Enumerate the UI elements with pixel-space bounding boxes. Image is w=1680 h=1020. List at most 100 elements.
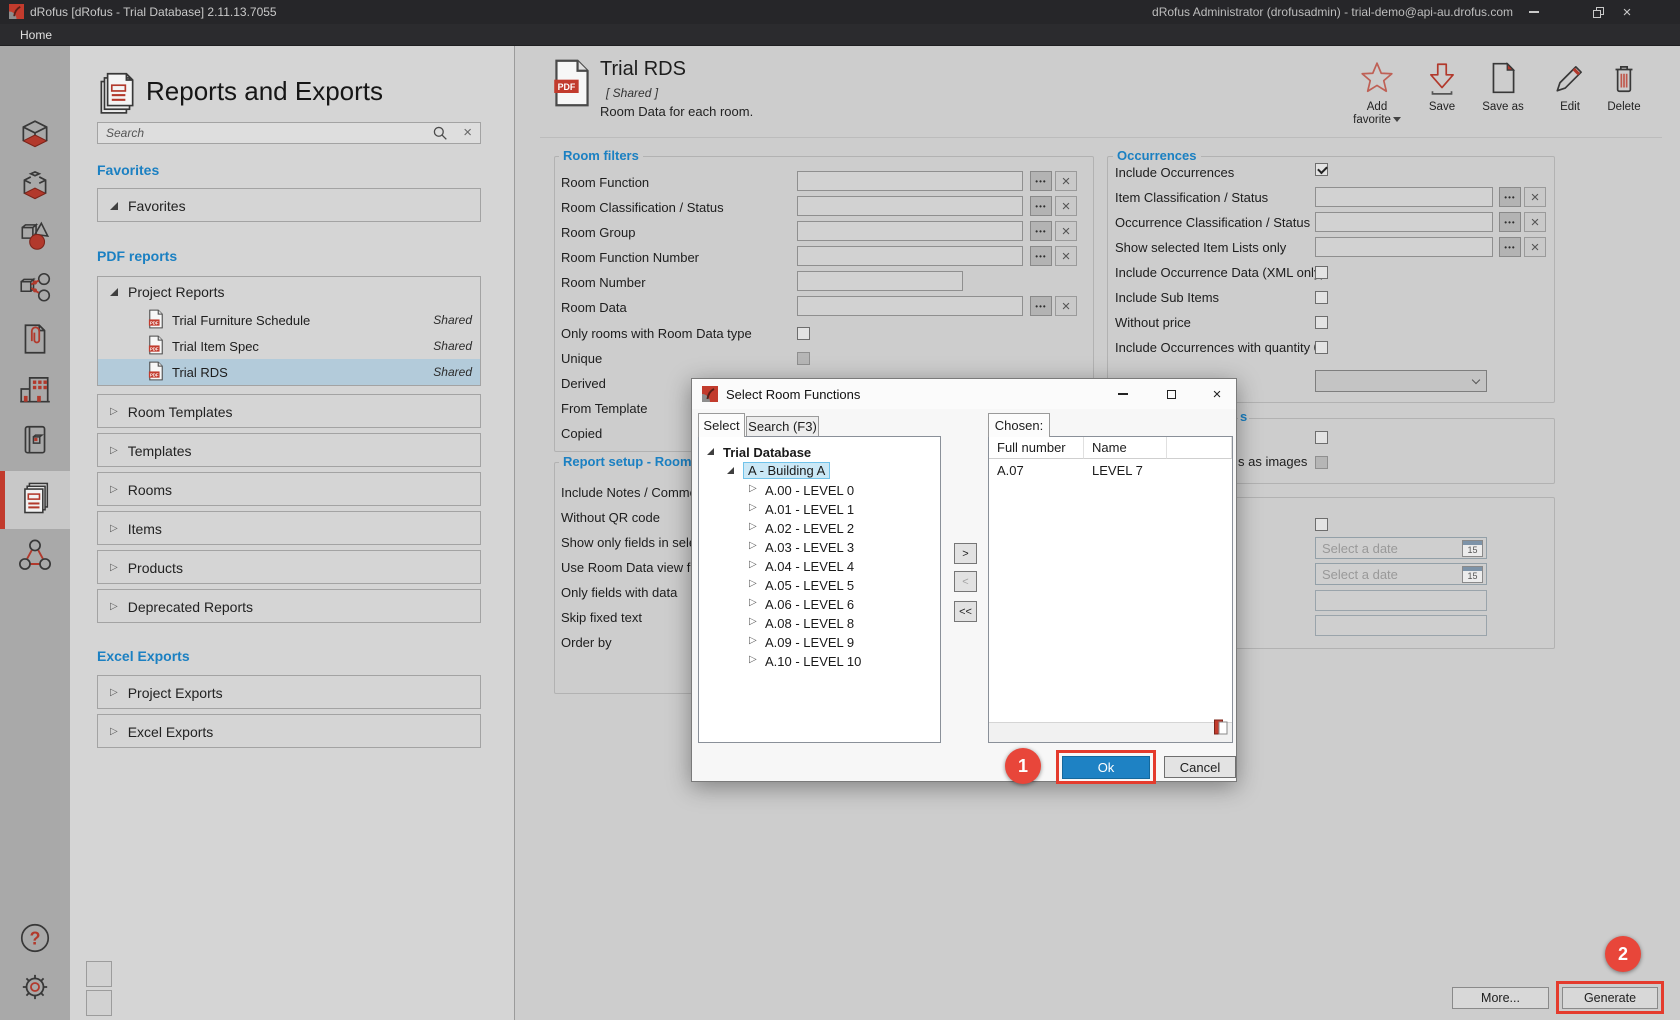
item-classification-lookup-button[interactable] bbox=[1499, 187, 1521, 207]
report-item-selected[interactable]: PDF Trial RDS Shared bbox=[98, 359, 480, 385]
tab-select[interactable]: Select bbox=[698, 413, 745, 437]
room-function-number-clear-button[interactable] bbox=[1055, 246, 1077, 266]
item-classification-clear-button[interactable] bbox=[1524, 187, 1546, 207]
minimize-button[interactable] bbox=[1519, 0, 1549, 24]
sidebar-item-reports[interactable] bbox=[0, 471, 70, 529]
sidebar-item-systems[interactable] bbox=[0, 531, 70, 583]
calendar-icon[interactable]: 15 bbox=[1462, 540, 1483, 557]
tree-node-level[interactable]: ▷A.06 - LEVEL 6 bbox=[699, 597, 854, 612]
extra-field-2[interactable] bbox=[1315, 615, 1487, 636]
occurrence-classification-input[interactable] bbox=[1315, 212, 1493, 232]
dialog-minimize-button[interactable] bbox=[1110, 379, 1136, 409]
tree-node-level[interactable]: ▷A.08 - LEVEL 8 bbox=[699, 616, 854, 631]
room-group-lookup-button[interactable] bbox=[1030, 221, 1052, 241]
tree-node-level[interactable]: ▷A.01 - LEVEL 1 bbox=[699, 502, 854, 517]
occurrence-classification-lookup-button[interactable] bbox=[1499, 212, 1521, 232]
tree-node-level[interactable]: ▷A.05 - LEVEL 5 bbox=[699, 578, 854, 593]
occurrences-sort-combobox[interactable] bbox=[1315, 370, 1487, 392]
edit-button[interactable]: Edit bbox=[1544, 60, 1596, 114]
as-images-checkbox[interactable] bbox=[1315, 456, 1328, 469]
room-function-number-input[interactable] bbox=[797, 246, 1023, 266]
item-classification-input[interactable] bbox=[1315, 187, 1493, 207]
room-function-clear-button[interactable] bbox=[1055, 171, 1077, 191]
sidebar-item-items[interactable] bbox=[0, 212, 70, 264]
sidebar-item-catalog[interactable] bbox=[0, 416, 70, 468]
tree-node-level[interactable]: ▷A.02 - LEVEL 2 bbox=[699, 521, 854, 536]
room-classification-clear-button[interactable] bbox=[1055, 196, 1077, 216]
tree-node-level[interactable]: ▷A.10 - LEVEL 10 bbox=[699, 654, 861, 669]
unique-checkbox[interactable] bbox=[797, 352, 810, 365]
room-classification-input[interactable] bbox=[797, 196, 1023, 216]
group-products[interactable]: ▷Products bbox=[97, 550, 481, 584]
extra-field-1[interactable] bbox=[1315, 590, 1487, 611]
transfer-remove-button[interactable]: < bbox=[954, 571, 977, 592]
transfer-add-button[interactable]: > bbox=[954, 543, 977, 564]
paste-icon[interactable] bbox=[1214, 719, 1228, 740]
room-function-number-lookup-button[interactable] bbox=[1030, 246, 1052, 266]
show-selected-item-lists-input[interactable] bbox=[1315, 237, 1493, 257]
include-sub-items-checkbox[interactable] bbox=[1315, 291, 1328, 304]
chosen-row-full-number[interactable]: A.07 bbox=[997, 463, 1024, 478]
tree-node-level[interactable]: ▷A.03 - LEVEL 3 bbox=[699, 540, 854, 555]
calendar-icon[interactable]: 15 bbox=[1462, 566, 1483, 583]
include-occurrence-data-checkbox[interactable] bbox=[1315, 266, 1328, 279]
search-input[interactable] bbox=[98, 123, 438, 143]
include-qty0-checkbox[interactable] bbox=[1315, 341, 1328, 354]
search-clear-icon[interactable]: × bbox=[463, 124, 472, 141]
ok-button[interactable]: Ok bbox=[1062, 756, 1150, 779]
tree-node-level[interactable]: ▷A.00 - LEVEL 0 bbox=[699, 483, 854, 498]
sidebar-item-settings[interactable] bbox=[0, 963, 70, 1015]
delete-button[interactable]: Delete bbox=[1596, 60, 1652, 114]
tree-node-root[interactable]: Trial Database bbox=[699, 445, 811, 460]
chosen-col-full-number[interactable]: Full number bbox=[989, 437, 1084, 459]
report-item[interactable]: PDF Trial Item Spec Shared bbox=[98, 333, 480, 359]
tree-node-building-selected[interactable]: A - Building A bbox=[699, 463, 830, 478]
include-occurrences-checkbox[interactable] bbox=[1315, 163, 1328, 176]
group-excel-exports[interactable]: ▷Excel Exports bbox=[97, 714, 481, 748]
group-room-templates[interactable]: ▷Room Templates bbox=[97, 394, 481, 428]
save-as-button[interactable]: Save as bbox=[1474, 60, 1532, 114]
sidebar-item-buildings[interactable] bbox=[0, 365, 70, 417]
sidebar-item-attachments[interactable] bbox=[0, 315, 70, 367]
save-button[interactable]: Save bbox=[1416, 60, 1468, 114]
group-project-exports[interactable]: ▷Project Exports bbox=[97, 675, 481, 709]
transfer-remove-all-button[interactable]: << bbox=[954, 601, 977, 622]
room-classification-lookup-button[interactable] bbox=[1030, 196, 1052, 216]
sidebar-item-products[interactable] bbox=[0, 263, 70, 315]
room-data-lookup-button[interactable] bbox=[1030, 296, 1052, 316]
tree-node-level[interactable]: ▷A.09 - LEVEL 9 bbox=[699, 635, 854, 650]
sidebar-item-room-templates[interactable] bbox=[0, 163, 70, 215]
room-group-clear-button[interactable] bbox=[1055, 221, 1077, 241]
group-items[interactable]: ▷Items bbox=[97, 511, 481, 545]
tree-node-level[interactable]: ▷A.04 - LEVEL 4 bbox=[699, 559, 854, 574]
date-to-input[interactable]: Select a date 15 bbox=[1315, 563, 1487, 585]
only-rooms-with-rd-type-checkbox[interactable] bbox=[797, 327, 810, 340]
without-price-checkbox[interactable] bbox=[1315, 316, 1328, 329]
project-reports-toggle[interactable]: Project Reports bbox=[98, 277, 480, 307]
occurrence-classification-clear-button[interactable] bbox=[1524, 212, 1546, 232]
close-button[interactable]: × bbox=[1612, 0, 1642, 24]
tab-search[interactable]: Search (F3) bbox=[746, 416, 819, 437]
group-rooms[interactable]: ▷Rooms bbox=[97, 472, 481, 506]
cancel-button[interactable]: Cancel bbox=[1164, 756, 1236, 778]
room-data-input[interactable] bbox=[797, 296, 1023, 316]
date-filter-checkbox[interactable] bbox=[1315, 518, 1328, 531]
sidebar-item-help[interactable]: ? bbox=[0, 914, 70, 966]
room-function-lookup-button[interactable] bbox=[1030, 171, 1052, 191]
favorites-group[interactable]: Favorites bbox=[97, 188, 481, 222]
sidebar-item-rooms[interactable] bbox=[0, 111, 70, 163]
group-deprecated-reports[interactable]: ▷Deprecated Reports bbox=[97, 589, 481, 623]
chosen-row-name[interactable]: LEVEL 7 bbox=[1092, 463, 1143, 478]
generate-button[interactable]: Generate bbox=[1562, 987, 1658, 1009]
room-data-clear-button[interactable] bbox=[1055, 296, 1077, 316]
show-selected-item-lists-lookup-button[interactable] bbox=[1499, 237, 1521, 257]
dialog-close-button[interactable]: × bbox=[1203, 379, 1231, 409]
room-number-input[interactable] bbox=[797, 271, 963, 291]
add-favorite-button[interactable]: Addfavorite bbox=[1348, 60, 1406, 127]
menu-home[interactable]: Home bbox=[20, 28, 52, 42]
restore-button[interactable] bbox=[1583, 0, 1613, 24]
more-button[interactable]: More... bbox=[1452, 987, 1549, 1009]
room-function-input[interactable] bbox=[797, 171, 1023, 191]
chosen-col-name[interactable]: Name bbox=[1084, 437, 1167, 459]
group-templates[interactable]: ▷Templates bbox=[97, 433, 481, 467]
